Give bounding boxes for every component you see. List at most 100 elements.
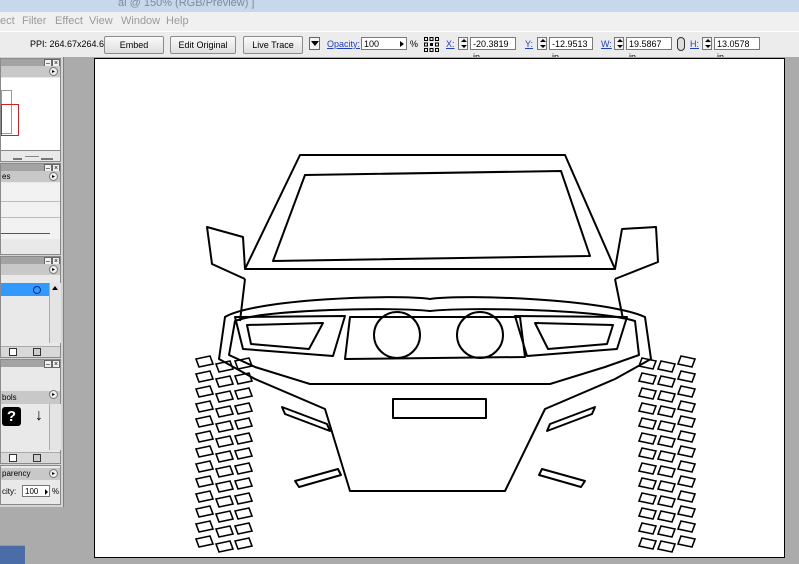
y-stepper[interactable] bbox=[537, 37, 547, 50]
tread-block bbox=[214, 420, 235, 433]
panel-menu-icon[interactable]: ▸ bbox=[49, 265, 58, 274]
tread-block bbox=[676, 520, 697, 533]
y-field[interactable]: -12.9513 in bbox=[549, 37, 593, 62]
menu-item-window[interactable]: Window bbox=[121, 15, 160, 27]
tread-block bbox=[637, 432, 658, 445]
opacity-dropdown-icon bbox=[400, 41, 404, 47]
edit-original-button[interactable]: Edit Original bbox=[170, 36, 236, 54]
window-title-bar: ai @ 150% (RGB/Preview) ] bbox=[0, 0, 799, 12]
tread-block bbox=[194, 400, 215, 413]
tread-block bbox=[233, 387, 254, 400]
tread-block bbox=[637, 417, 658, 430]
panel-menu-icon[interactable]: ▸ bbox=[49, 469, 58, 478]
tread-block bbox=[656, 360, 677, 373]
close-icon[interactable]: × bbox=[52, 360, 60, 368]
menu-item-effect[interactable]: Effect bbox=[55, 15, 83, 27]
tread-block bbox=[194, 415, 215, 428]
tread-block bbox=[194, 355, 215, 368]
minimize-button[interactable]: – bbox=[44, 360, 52, 368]
tread-block bbox=[194, 490, 215, 503]
tread-block bbox=[656, 465, 677, 478]
tread-block bbox=[214, 525, 235, 538]
menu-item-help[interactable]: Help bbox=[166, 15, 189, 27]
ppi-readout: PPI: 264.67x264.67 bbox=[30, 39, 110, 49]
navigator-view-box[interactable] bbox=[1, 104, 19, 136]
zoom-in-icon[interactable] bbox=[41, 151, 53, 160]
canvas-area[interactable] bbox=[64, 57, 799, 563]
panel-dock: – × ▸ – × es ▸ – × ▸ – × bols ▸ ? ↓ pare… bbox=[0, 57, 64, 507]
menu-item-view[interactable]: View bbox=[89, 15, 113, 27]
layers-scrollbar[interactable] bbox=[49, 283, 61, 343]
tread-block bbox=[676, 460, 697, 473]
tread-block bbox=[194, 430, 215, 443]
layer-target-icon[interactable] bbox=[33, 286, 41, 294]
new-symbol-icon[interactable] bbox=[9, 454, 17, 462]
tread-block bbox=[676, 385, 697, 398]
zoom-out-icon[interactable] bbox=[13, 153, 22, 160]
menu-item-filter[interactable]: Filter bbox=[22, 15, 46, 27]
w-label: W: bbox=[601, 39, 612, 49]
h-field[interactable]: 13.0578 in bbox=[714, 37, 760, 62]
tread-block bbox=[194, 460, 215, 473]
x-label: X: bbox=[446, 39, 455, 49]
taskbar-button-fragment[interactable] bbox=[0, 545, 25, 564]
constrain-proportions-link-icon[interactable] bbox=[677, 37, 685, 51]
symbol-question[interactable]: ? bbox=[2, 407, 21, 426]
tread-block bbox=[214, 495, 235, 508]
live-trace-button[interactable]: Live Trace bbox=[243, 36, 303, 54]
tread-block bbox=[233, 417, 254, 430]
symbol-arrow[interactable]: ↓ bbox=[31, 407, 47, 426]
tread-block bbox=[656, 495, 677, 508]
menu-bar: ect Filter Effect View Window Help bbox=[0, 12, 799, 31]
tread-block bbox=[637, 522, 658, 535]
new-layer-icon[interactable] bbox=[9, 348, 17, 356]
tread-block bbox=[233, 372, 254, 385]
opacity-field[interactable]: 100 bbox=[361, 37, 407, 50]
tread-block bbox=[637, 447, 658, 460]
scroll-up-icon[interactable] bbox=[52, 286, 58, 290]
tread-block bbox=[194, 535, 215, 548]
tread-block bbox=[656, 510, 677, 523]
menu-item-object[interactable]: ect bbox=[0, 15, 15, 27]
x-field[interactable]: -20.3819 in bbox=[470, 37, 516, 62]
panel-menu-icon[interactable]: ▸ bbox=[49, 172, 58, 181]
tread-block bbox=[637, 462, 658, 475]
layers-panel: – × ▸ bbox=[0, 256, 61, 358]
tread-block bbox=[676, 505, 697, 518]
h-stepper[interactable] bbox=[702, 37, 712, 50]
embed-button[interactable]: Embed bbox=[104, 36, 164, 54]
tread-block bbox=[233, 447, 254, 460]
panel-menu-icon[interactable]: ▸ bbox=[49, 67, 58, 76]
w-field[interactable]: 19.5867 in bbox=[626, 37, 672, 62]
opacity-dropdown-icon bbox=[45, 489, 48, 495]
tread-block bbox=[214, 450, 235, 463]
styles-panel: – × es ▸ bbox=[0, 163, 61, 255]
tread-block bbox=[676, 490, 697, 503]
trash-icon[interactable] bbox=[33, 454, 41, 462]
opacity-label[interactable]: Opacity: bbox=[327, 39, 360, 49]
tread-block bbox=[676, 430, 697, 443]
transparency-opacity-field[interactable]: 100 bbox=[22, 485, 50, 497]
tread-block bbox=[233, 462, 254, 475]
tread-block bbox=[214, 480, 235, 493]
artboard[interactable] bbox=[94, 58, 785, 558]
zoom-slider[interactable] bbox=[25, 156, 39, 157]
x-stepper[interactable] bbox=[458, 37, 468, 50]
transparency-panel: parency ▸ city: 100 % bbox=[0, 465, 61, 505]
tread-block bbox=[656, 540, 677, 553]
tread-block bbox=[676, 535, 697, 548]
tracing-options-dropdown[interactable] bbox=[309, 37, 320, 50]
transparency-opacity-unit: % bbox=[52, 487, 60, 496]
w-stepper[interactable] bbox=[614, 37, 624, 50]
layer-row-selected[interactable] bbox=[1, 283, 49, 296]
tread-block bbox=[194, 385, 215, 398]
tread-block bbox=[637, 492, 658, 505]
tread-block bbox=[233, 477, 254, 490]
reference-point-icon[interactable] bbox=[424, 37, 439, 52]
trash-icon[interactable] bbox=[33, 348, 41, 356]
symbols-scrollbar[interactable] bbox=[49, 404, 61, 450]
opacity-percent: % bbox=[410, 39, 419, 49]
panel-menu-icon[interactable]: ▸ bbox=[49, 390, 58, 399]
vehicle-line-art[interactable] bbox=[95, 59, 784, 557]
tread-block bbox=[214, 510, 235, 523]
